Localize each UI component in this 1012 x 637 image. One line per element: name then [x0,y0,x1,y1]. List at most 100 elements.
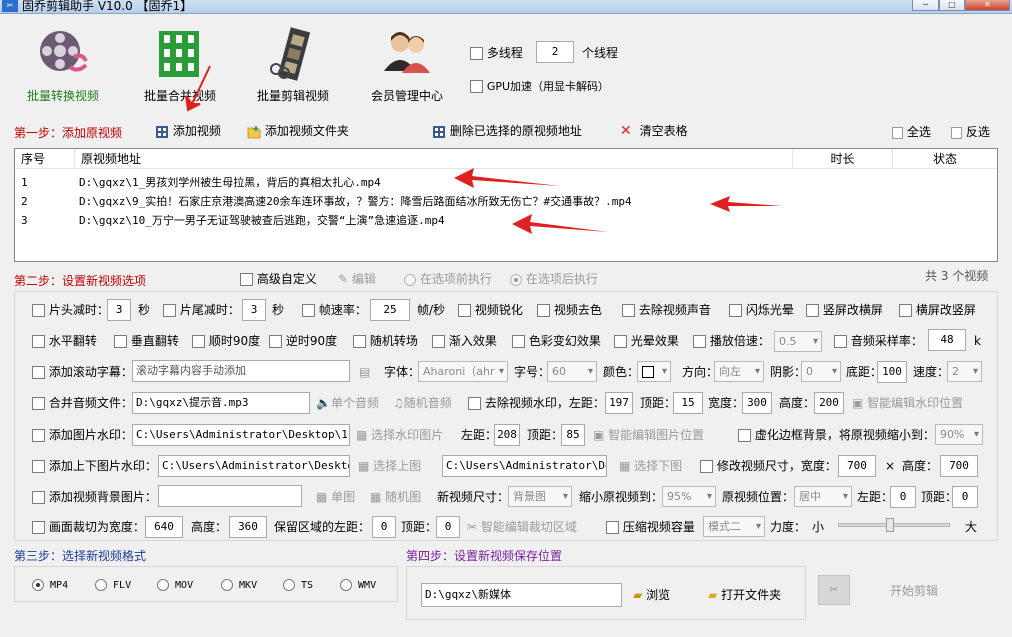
top-bottom-image-checkbox[interactable] [32,460,45,473]
format-mov-option[interactable]: MOV [157,578,193,594]
table-row[interactable]: 3 D:\gqxz\10_万宁一男子无证驾驶被查后逃跑，交警“上演”急速追逐.m… [15,211,997,230]
run-after-option[interactable]: 在选项后执行 [510,271,598,287]
format-ts-option[interactable]: TS [283,578,313,594]
v2h-option[interactable]: 竖屏改横屏 [806,302,883,318]
new-size-select[interactable]: 背景图 [508,486,572,507]
img-top-input[interactable]: 85 [561,424,585,446]
flash-option[interactable]: 闪烁光晕 [729,302,794,318]
minimize-button[interactable]: ─ [912,0,939,11]
col-duration[interactable]: 时长 [793,149,893,169]
select-all-button[interactable]: 全选 [892,124,931,140]
bottom-input[interactable]: 100 [877,361,907,383]
col-index[interactable]: 序号 [15,149,75,169]
sample-rate-checkbox[interactable] [834,335,847,348]
scroll-subtitle-input[interactable]: 滚动字幕内容手动添加 [132,360,350,382]
format-mkv-option[interactable]: MKV [221,578,257,594]
crop-checkbox[interactable] [32,521,45,534]
slider-thumb[interactable] [886,518,894,532]
run-after-radio[interactable] [510,273,522,286]
color-fx-checkbox[interactable] [512,335,525,348]
remove-watermark-checkbox[interactable] [468,397,481,410]
scroll-subtitle-option[interactable]: 添加滚动字幕： [32,364,133,380]
edit-text-icon[interactable]: ▤ [359,364,370,380]
merge-audio-checkbox[interactable] [32,397,45,410]
keep-top-input[interactable]: 0 [436,516,460,538]
audio-path-input[interactable]: D:\gqxz\提示音.mp3 [132,392,310,414]
resize-width-input[interactable]: 700 [838,455,876,477]
add-video-button[interactable]: 添加视频 [155,123,221,139]
start-edit-button[interactable]: 开始剪辑 [890,583,938,599]
halo-checkbox[interactable] [614,335,627,348]
tail-cut-input[interactable]: 3 [242,299,266,321]
open-folder-button[interactable]: ▰ 打开文件夹 [708,587,781,603]
gpu-checkbox[interactable] [470,80,483,93]
sample-rate-input[interactable]: 48 [928,329,966,351]
format-mov-radio[interactable] [157,579,169,591]
remove-audio-checkbox[interactable] [622,304,635,317]
batch-edit-button[interactable]: 批量剪辑视频 [248,27,338,107]
multithread-checkbox[interactable] [470,47,483,60]
v2h-checkbox[interactable] [806,304,819,317]
select-top-image-button[interactable]: ▦ 选择上图 [358,458,421,474]
smart-image-button[interactable]: ▣ 智能编辑图片位置 [593,427,704,443]
flash-checkbox[interactable] [729,304,742,317]
crop-width-input[interactable]: 640 [145,516,183,538]
decolor-checkbox[interactable] [537,304,550,317]
scroll-subtitle-checkbox[interactable] [32,366,45,379]
shrink-select[interactable]: 95% [662,486,716,507]
clear-table-button[interactable]: ✕ 清空表格 [620,123,688,139]
h2v-checkbox[interactable] [899,304,912,317]
watermark-image-path[interactable]: C:\Users\Administrator\Desktop\111.j [132,424,350,446]
compress-mode-select[interactable]: 模式二 [703,516,765,537]
background-image-path[interactable] [158,485,302,507]
save-path-input[interactable]: D:\gqxz\新媒体 [421,583,622,607]
scroll-speed-select[interactable]: 2 [947,361,982,382]
multithread-option[interactable]: 多线程 [470,45,523,61]
blur-background-option[interactable]: 虚化边框背景，将原视频缩小到： [738,427,935,443]
img-left-input[interactable]: 208 [494,424,520,446]
speed-checkbox[interactable] [693,335,706,348]
color-select[interactable] [637,361,671,382]
shadow-select[interactable]: 0 [801,361,841,382]
crop-option[interactable]: 画面裁切为宽度： [32,519,145,535]
blur-background-checkbox[interactable] [738,429,751,442]
tail-cut-option[interactable]: 片尾减时： [163,302,240,318]
add-folder-button[interactable]: 添加视频文件夹 [247,123,349,139]
rotate-cw-option[interactable]: 顺时90度 [192,333,260,349]
rotate-ccw-checkbox[interactable] [269,335,282,348]
close-button[interactable]: ✕ [965,0,1010,11]
merge-audio-option[interactable]: 合并音频文件： [32,395,133,411]
smart-watermark-button[interactable]: ▣ 智能编辑水印位置 [852,395,963,411]
speed-option[interactable]: 播放倍速： [693,333,770,349]
format-wmv-radio[interactable] [340,579,352,591]
top-bottom-image-option[interactable]: 添加上下图片水印： [32,458,157,474]
random-transition-option[interactable]: 随机转场 [353,333,418,349]
top-image-path[interactable]: C:\Users\Administrator\Desktop\i [158,455,350,477]
image-watermark-option[interactable]: 添加图片水印： [32,427,133,443]
wm-left-input[interactable]: 197 [605,392,633,414]
hflip-checkbox[interactable] [32,335,45,348]
head-cut-option[interactable]: 片头减时： [32,302,109,318]
single-audio-button[interactable]: 🔈单个音频 [316,395,379,411]
bottom-image-path[interactable]: C:\Users\Administrator\Desk [442,455,607,477]
sharpen-option[interactable]: 视频锐化 [458,302,523,318]
advanced-option[interactable]: 高级自定义 [240,271,317,287]
browse-button[interactable]: ▰ 浏览 [633,587,670,603]
font-size-select[interactable]: 60 [547,361,597,382]
remove-audio-option[interactable]: 去除视频声音 [622,302,711,318]
format-mkv-radio[interactable] [221,579,233,591]
keep-left-input[interactable]: 0 [372,516,396,538]
blur-scale-select[interactable]: 90% [935,424,983,445]
framerate-option[interactable]: 帧速率： [302,302,367,318]
single-image-button[interactable]: ▦ 单图 [316,489,355,505]
h2v-option[interactable]: 横屏改竖屏 [899,302,976,318]
gpu-option[interactable]: GPU加速（用显卡解码） [470,78,609,95]
head-cut-input[interactable]: 3 [107,299,131,321]
rotate-cw-checkbox[interactable] [192,335,205,348]
image-watermark-checkbox[interactable] [32,429,45,442]
advanced-checkbox[interactable] [240,273,253,286]
pos-top-input[interactable]: 0 [952,486,978,508]
background-image-option[interactable]: 添加视频背景图片： [32,489,157,505]
vflip-option[interactable]: 垂直翻转 [114,333,179,349]
select-bottom-image-button[interactable]: ▦ 选择下图 [619,458,682,474]
